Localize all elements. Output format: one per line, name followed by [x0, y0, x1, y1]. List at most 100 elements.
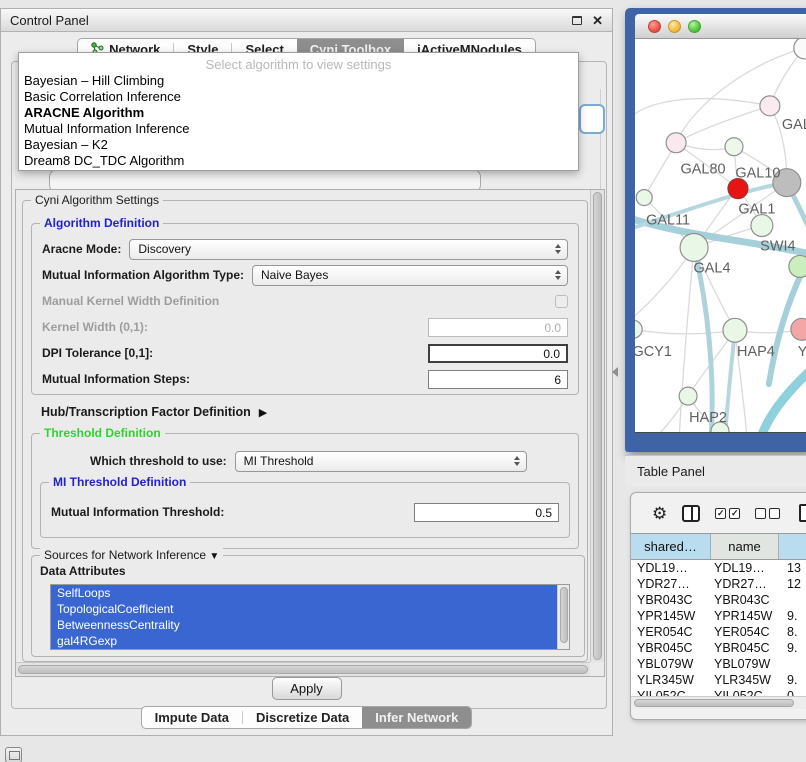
column-header-shared-name[interactable]: shared… [631, 534, 711, 559]
network-node[interactable] [680, 234, 708, 262]
network-node[interactable] [760, 96, 780, 116]
table-panel-window: ⚙ ✓✓ shared… name YDL19…YDL19…13YDR27…YD… [630, 492, 806, 720]
mi-steps-input[interactable]: 6 [428, 370, 568, 389]
table-cell: 9. [779, 672, 806, 688]
mini-window-icon[interactable] [5, 747, 22, 762]
network-node[interactable] [636, 190, 652, 206]
column-header-name[interactable]: name [711, 534, 779, 559]
mi-algorithm-type-label: Mutual Information Algorithm Type: [42, 268, 244, 282]
algorithm-definition-title: Algorithm Definition [40, 216, 163, 230]
algorithm-option[interactable]: Bayesian – Hill Climbing [19, 73, 578, 89]
algorithm-option[interactable]: ARACNE Algorithm [19, 105, 578, 121]
table-cell: 8. [779, 624, 806, 640]
table-cell: 0. [779, 688, 806, 696]
split-columns-icon[interactable] [682, 505, 700, 522]
collapse-arrow-icon[interactable]: ▼ [209, 551, 219, 562]
algorithm-option[interactable]: Dream8 DC_TDC Algorithm [19, 153, 578, 169]
mi-threshold-definition-group: MI Threshold Definition Mutual Informati… [40, 482, 570, 538]
table-cell: YBL079W [631, 656, 711, 672]
network-node[interactable] [635, 320, 642, 338]
table-cell: YIL052C [711, 688, 779, 696]
network-node[interactable] [789, 255, 806, 277]
dpi-tolerance-input[interactable]: 0.0 [428, 344, 568, 363]
mi-algorithm-type-select[interactable]: Naive Bayes [252, 265, 568, 286]
network-node[interactable] [791, 318, 806, 340]
table-cell: YBR045C [631, 640, 711, 656]
network-node-label: HAP2 [689, 410, 727, 426]
table-cell: YLR345W [631, 672, 711, 688]
which-threshold-select[interactable]: MI Threshold [235, 451, 527, 472]
network-node[interactable] [725, 138, 743, 156]
hub-definition-toggle[interactable]: Hub/Transcription Factor Definition ▶ [41, 405, 267, 419]
close-traffic-light[interactable] [648, 20, 661, 33]
table-toolbar: ⚙ ✓✓ [631, 493, 806, 533]
kernel-width-input[interactable]: 0.0 [428, 318, 568, 337]
table-cell: 9. [779, 640, 806, 656]
network-window: GALGAL80GAL10GAL1GAL11GAL4SWI4GCY1HAP4YH… [625, 8, 806, 452]
table-row[interactable]: YLR345WYLR345W9. [631, 672, 806, 688]
algorithm-option[interactable]: Mutual Information Inference [19, 121, 578, 137]
tab-discretize-data[interactable]: Discretize Data [243, 707, 362, 728]
manual-kernel-width-checkbox[interactable] [555, 295, 568, 308]
table-row[interactable]: YBR043CYBR043C [631, 592, 806, 608]
tab-discretize-data-label: Discretize Data [256, 710, 349, 725]
table-row[interactable]: YBL079WYBL079W [631, 656, 806, 672]
network-window-titlebar [635, 14, 806, 39]
network-node[interactable] [666, 133, 686, 153]
tab-infer-network[interactable]: Infer Network [362, 707, 471, 728]
network-node-label: GAL1 [738, 202, 775, 218]
table-cell: YBL079W [711, 656, 779, 672]
network-node[interactable] [723, 318, 747, 342]
network-node-label: GCY1 [635, 344, 672, 360]
table-cell: YDR27… [711, 576, 779, 592]
network-node[interactable] [794, 39, 806, 59]
sources-group-title: Sources for Network Inference ▼ [40, 548, 223, 562]
table-row[interactable]: YBR045CYBR045C9. [631, 640, 806, 656]
mi-threshold-input[interactable]: 0.5 [414, 503, 559, 522]
table-row[interactable]: YDR27…YDR27…12 [631, 576, 806, 592]
list-scrollbar[interactable] [557, 585, 569, 649]
data-attributes-list[interactable]: SelfLoopsTopologicalCoefficientBetweenne… [50, 584, 570, 650]
aracne-mode-select[interactable]: Discovery [129, 239, 568, 260]
data-attribute-item[interactable]: gal4RGexp [51, 633, 557, 649]
desktop: Control Panel ✕ [0, 0, 806, 762]
float-window-icon[interactable] [572, 16, 582, 25]
close-icon[interactable]: ✕ [592, 14, 603, 27]
settings-horizontal-scrollbar[interactable] [16, 662, 590, 676]
gear-icon[interactable]: ⚙ [652, 505, 667, 522]
algorithm-definition-group: Algorithm Definition Aracne Mode: Discov… [31, 223, 579, 395]
table-cell: 9. [779, 608, 806, 624]
stepper-arrows-icon [549, 266, 567, 285]
algorithm-option[interactable]: Bayesian – K2 [19, 137, 578, 153]
settings-vertical-scrollbar[interactable] [590, 190, 604, 662]
table-row[interactable]: YIL052CYIL052C0. [631, 688, 806, 696]
network-node[interactable] [751, 215, 773, 237]
manual-kernel-width-label: Manual Kernel Width Definition [42, 294, 219, 308]
minimize-traffic-light[interactable] [668, 20, 681, 33]
algorithm-option[interactable]: Basic Correlation Inference [19, 89, 578, 105]
deselect-all-icon[interactable] [755, 508, 780, 519]
table-row[interactable]: YER054CYER054C8. [631, 624, 806, 640]
table-horizontal-scrollbar[interactable] [631, 696, 806, 709]
table-row[interactable]: YPR145WYPR145W9. [631, 608, 806, 624]
table-row[interactable]: YDL19…YDL19…13 [631, 560, 806, 576]
table-panel-header: Table Panel [625, 455, 806, 487]
data-attribute-item[interactable]: BetweennessCentrality [51, 617, 557, 633]
panel-splitter-arrow[interactable] [612, 367, 618, 377]
network-canvas[interactable]: GALGAL80GAL10GAL1GAL11GAL4SWI4GCY1HAP4YH… [635, 39, 806, 433]
hidden-combo-fragment [579, 104, 605, 134]
table-cell [779, 656, 806, 672]
tab-impute-data[interactable]: Impute Data [142, 707, 242, 728]
table-header-row: shared… name [631, 533, 806, 560]
zoom-traffic-light[interactable] [688, 20, 701, 33]
data-attribute-item[interactable]: SelfLoops [51, 585, 557, 601]
select-all-icon[interactable]: ✓✓ [715, 508, 740, 519]
table-panel-title: Table Panel [637, 464, 705, 479]
mi-steps-label: Mutual Information Steps: [42, 372, 190, 386]
apply-button[interactable]: Apply [272, 677, 342, 700]
network-node[interactable] [679, 387, 697, 405]
column-header-clipped[interactable] [779, 534, 806, 559]
export-table-icon[interactable] [799, 504, 806, 522]
data-attribute-item[interactable]: TopologicalCoefficient [51, 601, 557, 617]
network-node-label: Y [798, 344, 806, 360]
